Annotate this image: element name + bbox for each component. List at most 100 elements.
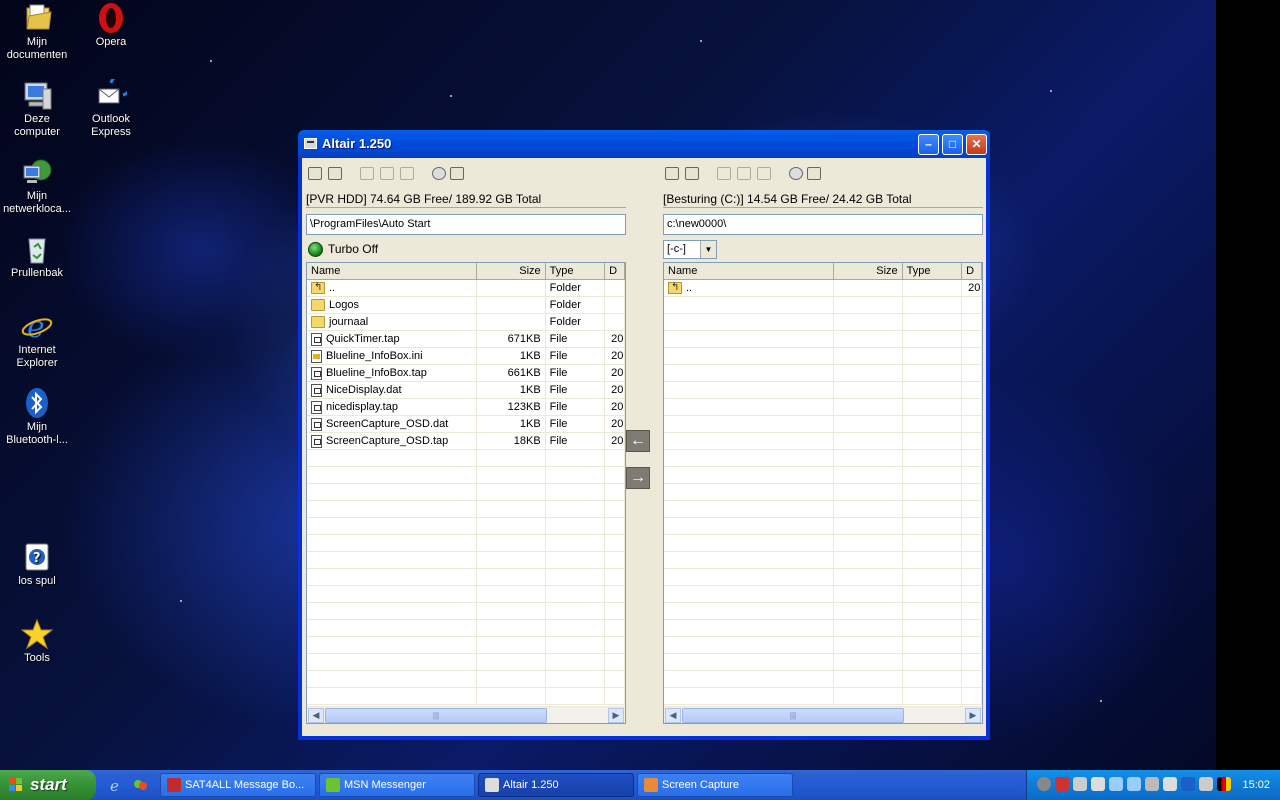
taskbar-item-sat4all[interactable]: SAT4ALL Message Bo... [160,773,316,797]
file-row[interactable]: ScreenCapture_OSD.dat 1KB File 20 [307,416,625,433]
quick-launch-msn-icon[interactable] [132,777,148,793]
right-drive-info: [Besturing (C:)] 14.54 GB Free/ 24.42 GB… [663,190,983,208]
cell-date [962,535,982,551]
left-horizontal-scrollbar[interactable]: ◀ ||| ▶ [307,706,625,723]
chevron-down-icon[interactable]: ▼ [700,241,716,258]
left-file-list[interactable]: Name Size Type D ..FolderLogosFolderjour… [306,262,626,724]
scroll-left-button[interactable]: ◀ [308,708,324,723]
maximize-button[interactable]: □ [942,134,963,155]
volume-icon[interactable] [1073,777,1087,791]
file-row[interactable]: ScreenCapture_OSD.tap 18KB File 20 [307,433,625,450]
scroll-thumb[interactable]: ||| [682,708,904,723]
column-size[interactable]: Size [477,263,546,279]
refresh-icon[interactable] [328,167,342,180]
desktop-icon-recycle-bin[interactable]: Prullenbak [1,233,73,280]
cell-size: 18KB [477,433,546,449]
open-folder-icon[interactable] [308,167,322,180]
tray-icon[interactable] [1145,777,1159,791]
desktop-icon-los-spul[interactable]: ? los spul [1,541,73,588]
new-folder-icon[interactable] [450,167,464,180]
close-button[interactable]: ✕ [966,134,987,155]
turbo-toggle[interactable]: Turbo Off [306,241,378,257]
network-icon[interactable] [1109,777,1123,791]
desktop-icon-my-computer[interactable]: Deze computer [1,79,73,139]
column-date[interactable]: D [605,263,625,279]
details-view-icon[interactable] [757,167,771,180]
right-horizontal-scrollbar[interactable]: ◀ ||| ▶ [664,706,982,723]
cell-name [664,399,835,415]
bluetooth-icon[interactable] [1181,777,1195,791]
scroll-left-button[interactable]: ◀ [665,708,681,723]
network-icon[interactable] [1127,777,1141,791]
file-row[interactable]: Blueline_InfoBox.ini 1KB File 20 [307,348,625,365]
desktop-icon-label: Tools [24,652,50,664]
cell-date [962,586,982,602]
desktop-icon-label: Mijn Bluetooth-l... [6,421,68,446]
right-path-field[interactable]: c:\new0000\ [663,214,983,235]
delete-icon[interactable] [432,167,446,180]
file-row[interactable]: QuickTimer.tap 671KB File 20 [307,331,625,348]
column-type[interactable]: Type [546,263,606,279]
desktop-icon-network-places[interactable]: Mijn netwerkloca... [1,156,73,216]
cell-name [307,654,478,670]
taskbar-item-msn[interactable]: MSN Messenger [319,773,475,797]
column-size[interactable]: Size [834,263,903,279]
cell-type [546,586,606,602]
file-row[interactable]: Blueline_InfoBox.tap 661KB File 20 [307,365,625,382]
desktop-icon-my-documents[interactable]: Mijn documenten [1,2,73,62]
new-folder-icon[interactable] [807,167,821,180]
window-title: Altair 1.250 [322,136,392,151]
scroll-right-button[interactable]: ▶ [965,708,981,723]
file-row[interactable]: nicedisplay.tap 123KB File 20 [307,399,625,416]
file-row[interactable]: Logos Folder [307,297,625,314]
taskbar-item-altair[interactable]: Altair 1.250 [478,773,634,797]
cell-date [962,518,982,534]
column-type[interactable]: Type [903,263,963,279]
desktop-icon-tools[interactable]: Tools [1,618,73,665]
file-row[interactable]: .. 20 [664,280,982,297]
file-row[interactable]: .. Folder [307,280,625,297]
list-view-icon[interactable] [737,167,751,180]
file-name: QuickTimer.tap [326,333,400,345]
file-row[interactable]: NiceDisplay.dat 1KB File 20 [307,382,625,399]
copy-to-left-button[interactable]: ← [626,430,650,452]
quick-launch-ie-icon[interactable]: e [108,777,124,795]
refresh-icon[interactable] [685,167,699,180]
file-row[interactable]: journaal Folder [307,314,625,331]
start-button[interactable]: start [0,770,96,800]
window-titlebar[interactable]: Altair 1.250 – □ ✕ [298,130,990,158]
left-path-field[interactable]: \ProgramFiles\Auto Start [306,214,626,235]
wallpaper-edge [1216,0,1280,770]
minimize-button[interactable]: – [918,134,939,155]
right-file-list[interactable]: Name Size Type D .. 20 ◀ ||| ▶ [663,262,983,724]
cell-date: 20 [605,348,625,364]
window-icon[interactable] [304,138,317,149]
list-view-icon[interactable] [380,167,394,180]
details-view-icon[interactable] [400,167,414,180]
column-date[interactable]: D [962,263,982,279]
language-flag-icon[interactable] [1217,777,1231,791]
sort-icon[interactable] [360,167,374,180]
open-folder-icon[interactable] [665,167,679,180]
desktop-icon-opera[interactable]: Opera [75,2,147,49]
drive-select[interactable]: [-c-] ▼ [663,240,717,259]
column-name[interactable]: Name [307,263,478,279]
delete-icon[interactable] [789,167,803,180]
desktop-icon-outlook-express[interactable]: Outlook Express [75,73,147,139]
taskbar-item-screen-capture[interactable]: Screen Capture [637,773,793,797]
cell-type [546,671,606,687]
scroll-right-button[interactable]: ▶ [608,708,624,723]
scroll-thumb[interactable]: ||| [325,708,547,723]
sort-icon[interactable] [717,167,731,180]
tray-icon[interactable] [1199,777,1213,791]
tray-icon[interactable] [1091,777,1105,791]
cell-type [903,603,963,619]
column-name[interactable]: Name [664,263,835,279]
desktop-icon-bluetooth[interactable]: Mijn Bluetooth-l... [1,387,73,447]
cell-size: 1KB [477,416,546,432]
tray-icon[interactable] [1055,777,1069,791]
tray-icon[interactable] [1163,777,1177,791]
tray-icon[interactable] [1037,777,1051,791]
desktop-icon-internet-explorer[interactable]: e Internet Explorer [1,310,73,370]
copy-to-right-button[interactable]: → [626,467,650,489]
